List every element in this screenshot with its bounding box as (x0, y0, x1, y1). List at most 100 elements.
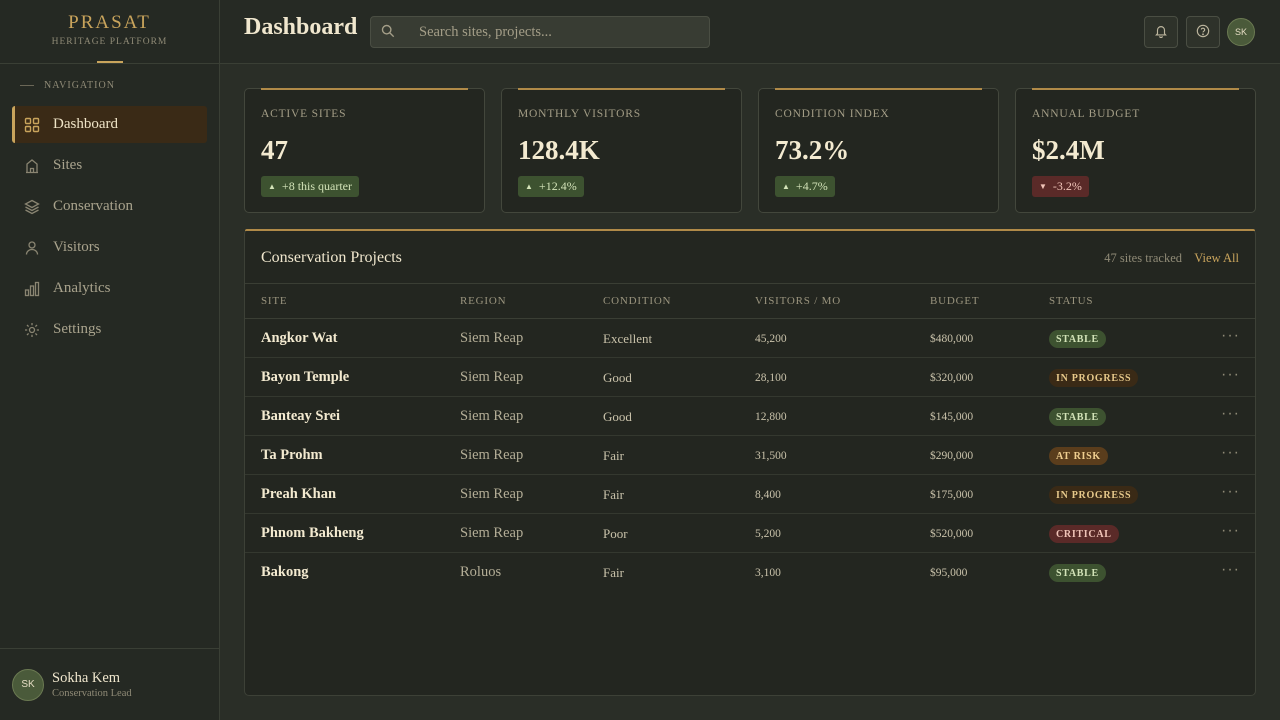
sidebar: PRASAT HERITAGE PLATFORM NAVIGATION Dash… (0, 0, 220, 720)
stat-card-condition-index: CONDITION INDEX 73.2% ▲ +4.7% (758, 88, 999, 213)
column-header-region[interactable]: REGION (460, 295, 506, 307)
site-visitors: 8,400 (755, 489, 781, 501)
stat-card-annual-budget: ANNUAL BUDGET $2.4M ▼ -3.2% (1015, 88, 1256, 213)
sidebar-item-label: Conservation (53, 198, 133, 214)
stat-label: ACTIVE SITES (261, 108, 347, 120)
bell-icon (1154, 23, 1168, 42)
search-icon (381, 23, 395, 42)
site-name: Banteay Srei (261, 408, 341, 424)
card-accent-line (1032, 88, 1239, 90)
site-condition: Poor (603, 526, 628, 541)
user-role: Conservation Lead (52, 688, 132, 699)
sidebar-item-label: Visitors (53, 239, 100, 255)
site-visitors: 12,800 (755, 411, 787, 423)
status-badge: IN PROGRESS (1049, 486, 1139, 504)
stat-delta: ▲ +4.7% (775, 176, 835, 197)
sidebar-item-dashboard[interactable]: Dashboard (12, 106, 207, 143)
notifications-button[interactable] (1144, 16, 1178, 48)
page-title: Dashboard (244, 14, 358, 40)
sidebar-item-visitors[interactable]: Visitors (12, 229, 207, 266)
stat-value: 73.2% (775, 135, 850, 165)
more-options-icon[interactable]: ··· (1221, 561, 1240, 579)
site-region: Siem Reap (460, 486, 524, 502)
nav-heading: NAVIGATION (20, 80, 115, 91)
stat-delta-text: +12.4% (538, 179, 577, 193)
trend-down-icon: ▼ (1039, 182, 1047, 191)
table-header: SITE REGION CONDITION VISITORS / MO BUDG… (245, 283, 1255, 319)
sidebar-item-label: Dashboard (53, 116, 118, 132)
table-row[interactable]: Preah Khan Siem Reap Fair 8,400 $175,000… (245, 475, 1255, 514)
stat-label: MONTHLY VISITORS (518, 108, 641, 120)
table-row[interactable]: Bakong Roluos Fair 3,100 $95,000 STABLE … (245, 553, 1255, 592)
site-budget: $520,000 (930, 528, 974, 540)
nav-heading-divider (20, 85, 34, 86)
column-header-status[interactable]: STATUS (1049, 295, 1093, 307)
site-name: Bayon Temple (261, 369, 350, 385)
table-row[interactable]: Phnom Bakheng Siem Reap Poor 5,200 $520,… (245, 514, 1255, 553)
top-bar: Dashboard SK (220, 0, 1280, 64)
more-options-icon[interactable]: ··· (1221, 327, 1240, 345)
table-row[interactable]: Ta Prohm Siem Reap Fair 31,500 $290,000 … (245, 436, 1255, 475)
sidebar-item-settings[interactable]: Settings (12, 311, 207, 348)
user-name: Sokha Kem (52, 670, 121, 686)
view-all-link[interactable]: View All (1194, 251, 1239, 266)
stat-delta: ▲ +12.4% (518, 176, 584, 197)
more-options-icon[interactable]: ··· (1221, 522, 1240, 540)
person-icon (24, 240, 40, 256)
site-condition: Fair (603, 487, 624, 502)
sidebar-item-analytics[interactable]: Analytics (12, 270, 207, 307)
site-visitors: 5,200 (755, 528, 781, 540)
site-region: Siem Reap (460, 369, 524, 385)
stat-delta-text: -3.2% (1052, 179, 1082, 193)
table-row[interactable]: Angkor Wat Siem Reap Excellent 45,200 $4… (245, 319, 1255, 358)
site-visitors: 31,500 (755, 450, 787, 462)
status-badge: AT RISK (1049, 447, 1108, 465)
column-header-budget[interactable]: BUDGET (930, 295, 979, 307)
brand-subtitle: HERITAGE PLATFORM (51, 37, 168, 47)
site-name: Angkor Wat (261, 330, 338, 346)
stat-label: CONDITION INDEX (775, 108, 890, 120)
search-box[interactable] (370, 16, 710, 48)
stat-value: $2.4M (1032, 135, 1105, 165)
stat-card-active-sites: ACTIVE SITES 47 ▲ +8 this quarter (244, 88, 485, 213)
column-header-site[interactable]: SITE (261, 295, 287, 307)
bar-chart-icon (24, 281, 40, 297)
sites-tracked-count: 47 sites tracked (1104, 251, 1182, 265)
site-region: Siem Reap (460, 408, 524, 424)
site-name: Phnom Bakheng (261, 525, 364, 541)
column-header-condition[interactable]: CONDITION (603, 295, 671, 307)
more-options-icon[interactable]: ··· (1221, 444, 1240, 462)
grid-icon (24, 117, 40, 133)
more-options-icon[interactable]: ··· (1221, 366, 1240, 384)
stat-card-monthly-visitors: MONTHLY VISITORS 128.4K ▲ +12.4% (501, 88, 742, 213)
site-condition: Good (603, 409, 632, 424)
table-row[interactable]: Banteay Srei Siem Reap Good 12,800 $145,… (245, 397, 1255, 436)
site-name: Ta Prohm (261, 447, 323, 463)
status-badge: STABLE (1049, 408, 1106, 426)
site-region: Roluos (460, 564, 502, 580)
more-options-icon[interactable]: ··· (1221, 405, 1240, 423)
sidebar-item-conservation[interactable]: Conservation (12, 188, 207, 225)
status-badge: STABLE (1049, 330, 1106, 348)
more-options-icon[interactable]: ··· (1221, 483, 1240, 501)
sidebar-item-sites[interactable]: Sites (12, 147, 207, 184)
panel-title: Conservation Projects (261, 249, 402, 266)
stat-label: ANNUAL BUDGET (1032, 108, 1141, 120)
site-region: Siem Reap (460, 447, 524, 463)
site-condition: Excellent (603, 331, 653, 346)
stat-delta-text: +4.7% (795, 179, 828, 193)
table-row[interactable]: Bayon Temple Siem Reap Good 28,100 $320,… (245, 358, 1255, 397)
brand-name: PRASAT (68, 12, 151, 33)
stat-delta: ▼ -3.2% (1032, 176, 1089, 197)
search-input[interactable] (419, 23, 699, 41)
help-button[interactable] (1186, 16, 1220, 48)
nav-heading-label: NAVIGATION (44, 80, 115, 91)
site-budget: $175,000 (930, 489, 974, 501)
stat-delta: ▲ +8 this quarter (261, 176, 360, 197)
status-badge: IN PROGRESS (1049, 369, 1139, 387)
user-profile[interactable]: SK Sokha Kem Conservation Lead (0, 648, 219, 720)
sidebar-nav: Dashboard Sites Conservation Visitors An… (12, 106, 207, 352)
card-accent-line (261, 88, 468, 90)
header-avatar[interactable]: SK (1227, 18, 1255, 46)
column-header-visitors[interactable]: VISITORS / MO (755, 295, 841, 307)
